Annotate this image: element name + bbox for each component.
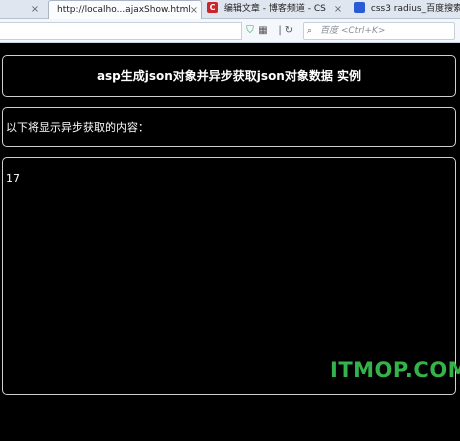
qr-code-icon[interactable]: ▦	[257, 24, 269, 37]
csdn-icon: C	[207, 2, 218, 13]
tab-title: css3 radius_百度搜索	[370, 4, 460, 14]
search-placeholder: 百度 <Ctrl+K>	[320, 26, 386, 36]
navigation-bar: ⛉ ▦ | ↻ ⌕ 百度 <Ctrl+K>	[0, 19, 460, 43]
search-input[interactable]: ⌕ 百度 <Ctrl+K>	[303, 22, 455, 40]
tab-baidu-search[interactable]: css3 radius_百度搜索	[352, 0, 460, 19]
refresh-icon[interactable]: ↻	[283, 24, 295, 37]
close-icon[interactable]: ×	[189, 1, 199, 19]
tab-title: http://localho...ajaxShow.html	[57, 5, 191, 15]
page-title: asp生成json对象并异步获取json对象数据 实例	[96, 69, 362, 83]
tab-csdn-edit[interactable]: C 编辑文章 - 博客频道 - CS ×	[205, 0, 345, 19]
shield-icon[interactable]: ⛉	[244, 24, 256, 37]
title-panel: asp生成json对象并异步获取json对象数据 实例	[2, 55, 456, 97]
close-icon[interactable]: ×	[30, 0, 40, 19]
result-value: 17	[6, 172, 20, 185]
tab-ajax-show[interactable]: http://localho...ajaxShow.html ×	[48, 0, 202, 19]
search-icon: ⌕	[307, 26, 313, 36]
close-icon[interactable]: ×	[333, 0, 343, 19]
address-bar[interactable]	[0, 22, 242, 40]
tab-strip: × http://localho...ajaxShow.html × C 编辑文…	[0, 0, 460, 19]
label-panel: 以下将显示异步获取的内容：	[2, 107, 456, 147]
watermark-logo: ITMOP.COM	[330, 358, 460, 382]
tab-title: 编辑文章 - 博客频道 - CS	[223, 4, 326, 14]
content-label: 以下将显示异步获取的内容：	[6, 121, 149, 134]
baidu-icon	[354, 2, 365, 13]
